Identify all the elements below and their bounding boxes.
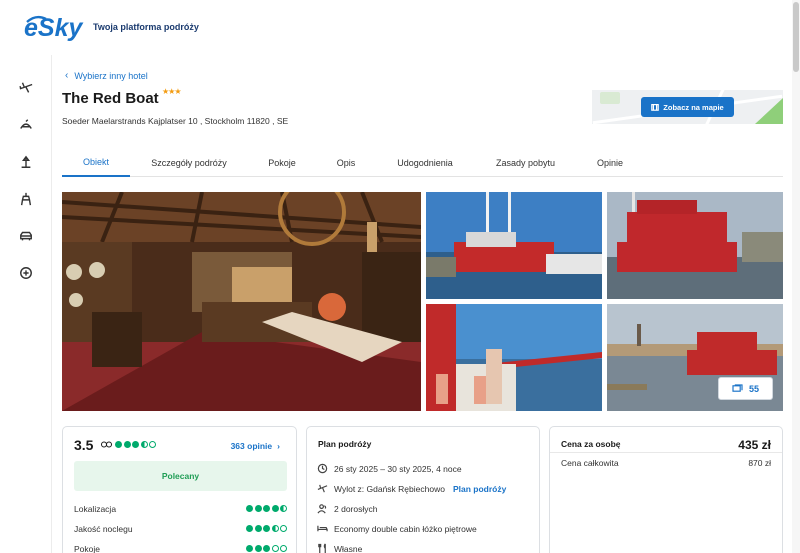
tripadvisor-icon [101,441,112,448]
hotel-tabs: Obiekt Szczegóły podróży Pokoje Opis Udo… [62,148,783,177]
back-to-hotels-link[interactable]: ‹ Wybierz inny hotel [65,70,148,81]
photo-count-button[interactable]: 55 [718,377,773,400]
departure-airport: Wylot z: Gdańsk Rębiechowo [334,483,445,494]
plane-icon[interactable] [17,79,35,97]
tab-opinie[interactable]: Opinie [591,148,629,177]
photo-lobby[interactable] [62,192,421,411]
tab-obiekt[interactable]: Obiekt [62,148,130,177]
top-header: eSky Twoja platforma podróży [0,0,800,55]
guests-row: 2 dorosłych [317,503,377,514]
tab-szczegoly-podrozy[interactable]: Szczegóły podróży [140,148,238,177]
scrollbar-thumb[interactable] [793,2,799,72]
photo-count-value: 55 [748,383,759,394]
board-type: Własne [334,543,363,553]
back-link-label: Wybierz inny hotel [74,70,148,81]
guests-count: 2 dorosłych [334,503,378,514]
cutlery-icon [318,543,326,553]
rating-card: 3.5 363 opinie › Polecany Lokalizacja Ja… [62,426,297,553]
reviews-link-label: 363 opinie [230,441,273,451]
divider [550,452,782,453]
more-icon[interactable] [17,264,35,282]
rating-dots [115,441,156,448]
plane-icon [317,484,328,493]
photo-champagne[interactable] [426,304,602,411]
car-icon[interactable] [17,227,35,245]
board-row: Własne [317,543,362,553]
hotel-stars: ★★★ [162,87,181,96]
tab-zasady-pobytu[interactable]: Zasady pobytu [488,148,563,177]
city-break-icon[interactable] [17,190,35,208]
hotel-address: Soeder Maelarstrands Kajplatser 10 , Sto… [62,116,289,126]
flight-hotel-icon[interactable] [17,116,35,134]
price-per-person: 435 zł [738,438,771,452]
category-rating-dots [246,545,287,552]
map-button-label: Zobacz na mapie [663,102,724,112]
sidebar [0,55,52,553]
trip-plan-link[interactable]: Plan podróży [453,484,506,494]
trip-dates: 26 sty 2025 – 30 sty 2025, 4 noce [334,463,462,474]
show-on-map-button[interactable]: Zobacz na mapie [641,97,734,117]
map-icon [651,104,660,111]
category-rating-dots [246,525,287,532]
trip-plan-title: Plan podróży [318,439,372,449]
photo-boat-1[interactable] [426,192,602,299]
photo-boat-2[interactable] [607,192,783,299]
rating-score: 3.5 [74,437,94,453]
vacation-icon[interactable] [17,153,35,171]
tab-udogodnienia[interactable]: Udogodnienia [389,148,461,177]
room-type: Economy double cabin łóżko piętrowe [334,523,477,534]
total-price: 870 zł [748,458,771,468]
calendar-icon [317,463,328,474]
trip-dates-row: 26 sty 2025 – 30 sty 2025, 4 noce [317,463,462,474]
category-label: Lokalizacja [74,504,117,514]
bed-icon [317,525,328,532]
users-icon [317,504,327,514]
recommended-badge: Polecany [74,461,287,491]
chevron-left-icon: ‹ [65,70,69,81]
reviews-link[interactable]: 363 opinie › [231,441,280,451]
category-rating-dots [246,505,287,512]
price-card: Cena za osobę 435 zł Cena całkowita 870 … [549,426,783,553]
category-label: Jakość noclegu [74,524,133,534]
gallery-icon [732,384,743,392]
tab-pokoje[interactable]: Pokoje [257,148,307,177]
room-row: Economy double cabin łóżko piętrowe [317,523,477,534]
category-label: Pokoje [74,544,100,553]
chevron-right-icon: › [277,441,280,451]
page-scrollbar[interactable] [792,0,800,553]
brand-tagline: Twoja platforma podróży [93,22,199,32]
hotel-name: The Red Boat [62,90,159,107]
tab-opis[interactable]: Opis [329,148,363,177]
price-per-person-label: Cena za osobę [561,439,621,449]
total-price-label: Cena całkowita [561,458,619,468]
trip-plan-card: Plan podróży 26 sty 2025 – 30 sty 2025, … [306,426,540,553]
esky-logo[interactable]: eSky [24,13,84,42]
departure-row: Wylot z: Gdańsk Rębiechowo Plan podróży [317,483,506,494]
